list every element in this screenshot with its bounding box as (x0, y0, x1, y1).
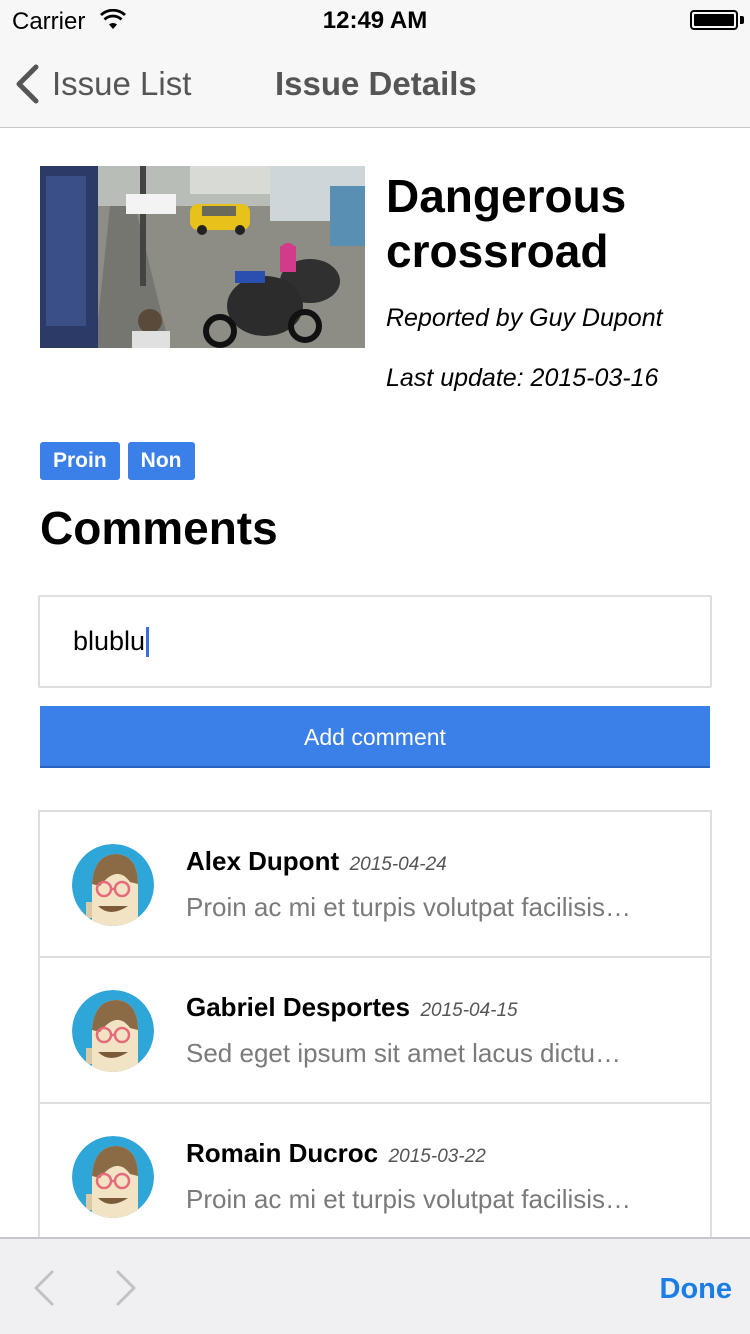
issue-tags: Proin Non (40, 442, 195, 480)
tag-badge[interactable]: Non (127, 442, 195, 480)
tag-badge[interactable]: Proin (40, 442, 120, 480)
comment-item[interactable]: Romain Ducroc 2015-03-22 Proin ac mi et … (40, 1104, 710, 1237)
comment-author: Romain Ducroc (186, 1138, 379, 1168)
add-comment-button[interactable]: Add comment (40, 706, 710, 768)
avatar (72, 990, 154, 1072)
comment-text: Proin ac mi et turpis volutpat facilisis… (186, 892, 632, 922)
user-avatar-icon (72, 990, 154, 1072)
comment-list: Alex Dupont 2015-04-24 Proin ac mi et tu… (38, 810, 712, 1237)
comment-header: Romain Ducroc 2015-03-22 (186, 1138, 486, 1169)
comments-heading: Comments (40, 502, 278, 554)
avatar (72, 844, 154, 926)
issue-title: Dangerous crossroad (386, 170, 627, 277)
input-accessory-toolbar: Done (0, 1237, 750, 1334)
comment-item[interactable]: Alex Dupont 2015-04-24 Proin ac mi et tu… (40, 812, 710, 958)
comment-input[interactable]: blublu (38, 595, 712, 688)
issue-last-update: Last update: 2015-03-16 (386, 364, 659, 392)
street-photo-illustration (40, 166, 365, 348)
page-title: Issue Details (275, 65, 477, 102)
battery-tip (740, 16, 744, 24)
comment-header: Gabriel Desportes 2015-04-15 (186, 992, 518, 1023)
issue-content: Dangerous crossroad Reported by Guy Dupo… (0, 129, 750, 1237)
comment-item[interactable]: Gabriel Desportes 2015-04-15 Sed eget ip… (40, 958, 710, 1104)
comment-text: Proin ac mi et turpis volutpat facilisis… (186, 1184, 632, 1214)
chevron-left-icon[interactable] (28, 1269, 58, 1307)
issue-details-screen: Carrier 12:49 AM Issue List Issue Detail… (0, 0, 750, 1334)
user-avatar-icon (72, 1136, 154, 1218)
status-bar: Carrier 12:49 AM (0, 0, 750, 40)
avatar (72, 1136, 154, 1218)
issue-reporter: Reported by Guy Dupont (386, 304, 663, 332)
comment-date: 2015-04-15 (420, 1000, 518, 1021)
done-button[interactable]: Done (660, 1273, 733, 1306)
comment-author: Alex Dupont (186, 846, 340, 876)
comment-header: Alex Dupont 2015-04-24 (186, 846, 447, 877)
user-avatar-icon (72, 844, 154, 926)
navigation-bar: Issue List Issue Details (0, 40, 750, 128)
back-button-label: Issue List (52, 65, 192, 102)
issue-photo[interactable] (40, 166, 365, 348)
comment-input-value: blublu (73, 626, 146, 656)
text-caret (146, 626, 150, 657)
chevron-left-icon (16, 64, 39, 104)
chevron-right-icon[interactable] (112, 1269, 142, 1307)
comment-date: 2015-04-24 (349, 854, 447, 875)
battery-icon (690, 10, 738, 30)
back-button[interactable]: Issue List (14, 62, 191, 106)
comment-author: Gabriel Desportes (186, 992, 410, 1022)
comment-date: 2015-03-22 (388, 1146, 486, 1167)
clock: 12:49 AM (322, 7, 428, 34)
comment-text: Sed eget ipsum sit amet lacus dictu… (186, 1038, 621, 1068)
